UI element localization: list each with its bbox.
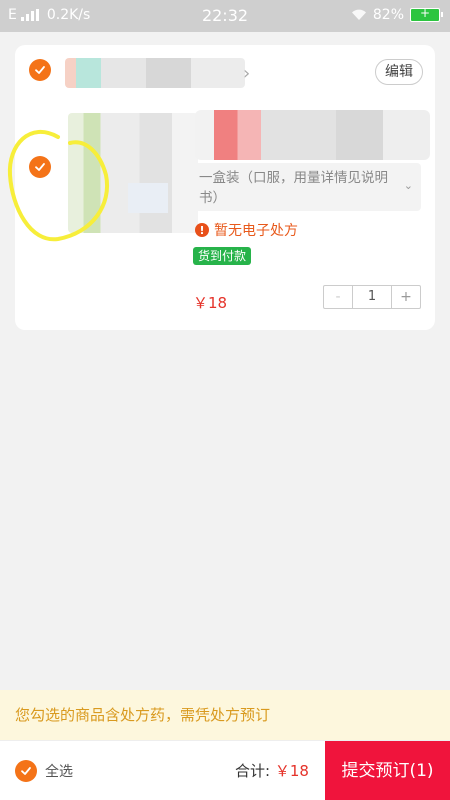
increment-button[interactable]: + (392, 286, 420, 308)
rx-notice-text: 暂无电子处方 (214, 223, 298, 239)
total-amount: ￥18 (274, 762, 309, 780)
battery-percent: 82% (372, 7, 404, 23)
chevron-down-icon: ⌄ (403, 179, 413, 192)
select-all-checkbox[interactable] (15, 760, 37, 782)
total-label: 合计: (235, 762, 271, 780)
item-checkbox[interactable] (29, 156, 51, 178)
product-title-blurred[interactable] (195, 110, 430, 160)
rx-notice: ! 暂无电子处方 (195, 220, 298, 240)
select-all-label: 全选 (45, 764, 73, 780)
quantity-stepper[interactable]: - 1 + (323, 285, 421, 309)
submit-button[interactable]: 提交预订(1) (325, 741, 450, 800)
bottom-bar: 全选 合计: ￥18 提交预订(1) (0, 740, 450, 800)
total: 合计: ￥18 (235, 760, 309, 781)
cart-card: › 编辑 一盒装（口服，用量详情见说明书） ⌄ ! 暂无电子处方 货到付款 ￥1… (15, 45, 435, 330)
status-bar: E 0.2K/s 22:32 82% + (0, 0, 450, 32)
item-price: ￥18 (193, 294, 228, 312)
shop-checkbox[interactable] (29, 59, 51, 81)
wifi-icon (351, 9, 366, 20)
spec-text: 一盒装（口服，用量详情见说明书） (199, 170, 388, 206)
edit-button[interactable]: 编辑 (375, 59, 423, 85)
decrement-button[interactable]: - (324, 286, 352, 308)
shop-name-blurred[interactable] (65, 58, 245, 88)
warning-icon: ! (195, 223, 209, 237)
status-right: 82% + (351, 6, 443, 23)
battery-icon: + (410, 6, 443, 22)
cod-tag: 货到付款 (193, 247, 252, 265)
chevron-right-icon[interactable]: › (243, 63, 250, 84)
spec-selector[interactable]: 一盒装（口服，用量详情见说明书） ⌄ (193, 163, 421, 211)
quantity-value[interactable]: 1 (352, 286, 392, 308)
rx-banner: 您勾选的商品含处方药，需凭处方预订 (0, 690, 450, 740)
select-all[interactable]: 全选 (15, 760, 73, 782)
check-icon (35, 163, 45, 171)
product-image-blurred[interactable] (68, 113, 198, 233)
check-icon (21, 767, 31, 775)
check-icon (35, 66, 45, 74)
